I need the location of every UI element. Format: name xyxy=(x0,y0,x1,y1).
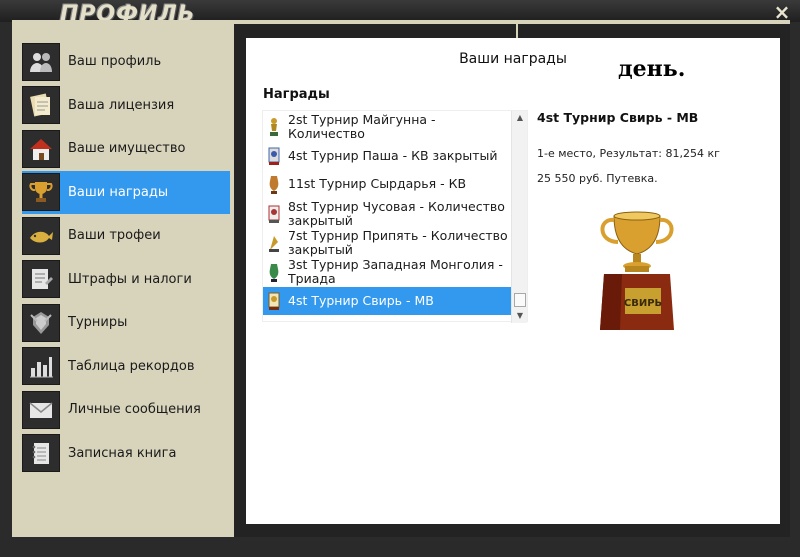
sidebar-nav: Ваш профиль Ваша лицензия Ваше имущество… xyxy=(22,40,230,475)
users-icon xyxy=(22,42,60,81)
sidebar-item-label: Ваш профиль xyxy=(68,54,162,70)
trophy-icon xyxy=(22,173,60,212)
bottom-bar xyxy=(0,540,800,557)
sidebar-item-records[interactable]: Таблица рекордов xyxy=(22,345,230,389)
sidebar-item-license[interactable]: Ваша лицензия xyxy=(22,84,230,128)
sidebar-item-label: Таблица рекордов xyxy=(68,358,195,374)
notebook-icon xyxy=(22,434,60,473)
sidebar-item-label: Ваши награды xyxy=(68,184,169,200)
trophy-plaque-text: СВИРЬ xyxy=(624,298,662,309)
medal-icon xyxy=(268,292,280,310)
list-item-label: 3st Турнир Западная Монголия - Триада xyxy=(288,257,503,286)
medal-icon xyxy=(268,205,280,223)
sidebar-item-fines[interactable]: Штрафы и налоги xyxy=(22,258,230,302)
list-item-label: 2st Турнир Майгунна - Количество xyxy=(288,112,436,141)
award-detail-title: 4st Турнир Свирь - МВ xyxy=(537,110,699,125)
bar-chart-icon xyxy=(22,347,60,386)
license-icon xyxy=(22,86,60,125)
frame-divider xyxy=(516,20,518,38)
sidebar-item-label: Турниры xyxy=(68,315,128,331)
list-item[interactable]: 8st Турнир Чусовая - Количество закрытый xyxy=(263,199,513,229)
scroll-down-button[interactable]: ▼ xyxy=(512,309,528,323)
vase-icon xyxy=(269,176,279,194)
sidebar-item-notebook[interactable]: Записная книга xyxy=(22,432,230,476)
award-detail-result: 1-е место, Результат: 81,254 кг xyxy=(537,147,720,160)
list-item[interactable]: 11st Турнир Сырдарья - КВ xyxy=(263,169,513,199)
sidebar-item-label: Ваша лицензия xyxy=(68,97,175,113)
awards-panel: Ваши награды день. Награды 2st Турнир Ма… xyxy=(246,38,780,524)
statuette-icon xyxy=(269,236,279,252)
title-bar: ПРОФИЛЬ × xyxy=(0,0,800,27)
scroll-thumb[interactable] xyxy=(514,293,526,307)
fish-icon xyxy=(22,216,60,255)
day-text: день. xyxy=(618,56,686,82)
list-item-label: 4st Турнир Паша - КВ закрытый xyxy=(288,148,498,163)
vase-icon xyxy=(269,264,279,282)
house-icon xyxy=(22,129,60,168)
scroll-up-button[interactable]: ▲ xyxy=(512,111,528,125)
medal-icon xyxy=(268,147,280,165)
sidebar-item-awards[interactable]: Ваши награды xyxy=(22,170,230,214)
list-item-label: 7st Турнир Припять - Количество закрытый xyxy=(288,228,508,257)
sidebar-item-label: Ваши трофеи xyxy=(68,228,161,244)
sidebar-item-profile[interactable]: Ваш профиль xyxy=(22,40,230,84)
sidebar-item-label: Записная книга xyxy=(68,445,177,461)
sidebar-item-messages[interactable]: Личные сообщения xyxy=(22,388,230,432)
trophy-image: СВИРЬ xyxy=(600,211,674,330)
list-item[interactable]: 2st Турнир Майгунна - Количество xyxy=(263,111,513,143)
statuette-icon xyxy=(270,118,278,136)
document-icon xyxy=(22,260,60,299)
list-item[interactable]: 4st Турнир Паша - КВ закрытый xyxy=(263,143,513,169)
awards-heading: Награды xyxy=(263,87,330,102)
tournament-icon xyxy=(22,303,60,342)
close-button[interactable]: × xyxy=(772,2,792,22)
list-item-label: 4st Турнир Свирь - МВ xyxy=(288,293,434,308)
award-detail-prize: 25 550 руб. Путевка. xyxy=(537,172,658,185)
list-item-label: 11st Турнир Сырдарья - КВ xyxy=(288,176,467,191)
list-item[interactable]: 7st Турнир Припять - Количество закрытый xyxy=(263,229,513,257)
sidebar-item-label: Штрафы и налоги xyxy=(68,271,192,287)
list-item-selected[interactable]: 4st Турнир Свирь - МВ xyxy=(263,287,513,315)
sidebar-item-trophies[interactable]: Ваши трофеи xyxy=(22,214,230,258)
sidebar-item-label: Ваше имущество xyxy=(68,141,186,157)
list-item-label: 8st Турнир Чусовая - Количество закрытый xyxy=(288,199,505,228)
sidebar-item-label: Личные сообщения xyxy=(68,402,201,418)
awards-list[interactable]: 2st Турнир Майгунна - Количество 4st Тур… xyxy=(262,110,528,323)
list-item[interactable]: 3st Турнир Западная Монголия - Триада xyxy=(263,257,513,287)
envelope-icon xyxy=(22,390,60,429)
sidebar-item-property[interactable]: Ваше имущество xyxy=(22,127,230,171)
sidebar-item-tournaments[interactable]: Турниры xyxy=(22,301,230,345)
awards-scrollbar[interactable]: ▲ ▼ xyxy=(511,111,527,323)
page-title: Ваши награды xyxy=(459,51,567,67)
